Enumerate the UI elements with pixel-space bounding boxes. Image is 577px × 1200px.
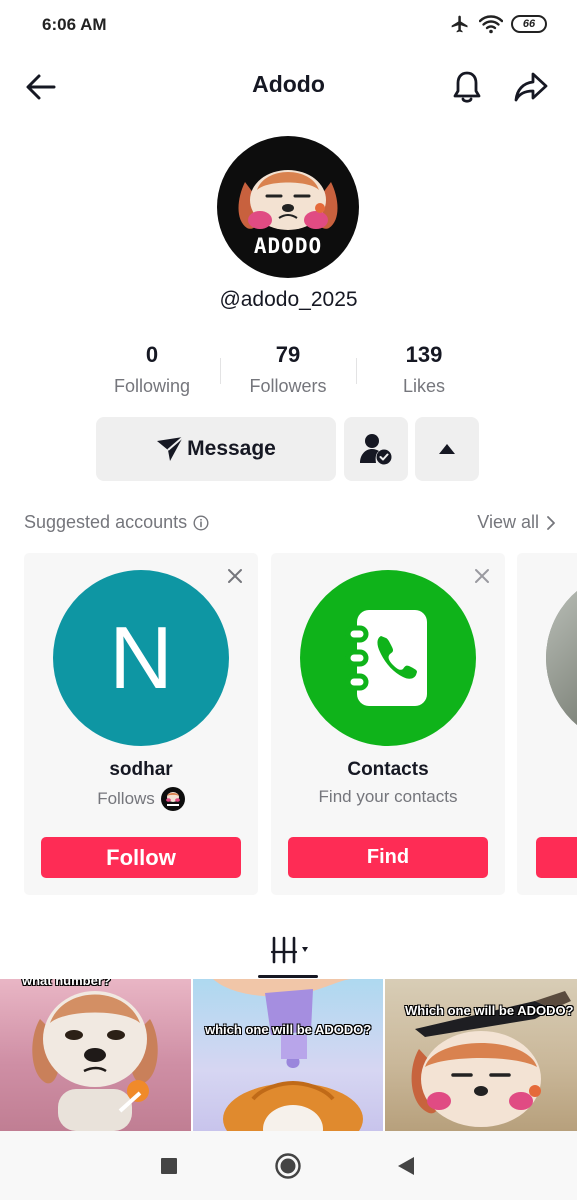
airplane-icon bbox=[451, 15, 468, 33]
stat-label: Following bbox=[113, 376, 191, 396]
suggested-title-text: Suggested accounts bbox=[24, 512, 188, 532]
stat-label: Likes bbox=[402, 376, 446, 396]
avatar-initial: N bbox=[109, 608, 173, 707]
dog-knife-thumbnail bbox=[411, 991, 571, 1127]
account-name[interactable]: sodhar bbox=[24, 759, 258, 781]
tab-underline bbox=[258, 975, 318, 978]
account-avatar[interactable]: N bbox=[53, 570, 229, 746]
suggested-account-card[interactable]: N sodhar Follows Follow bbox=[24, 553, 258, 895]
contacts-avatar[interactable] bbox=[300, 570, 476, 746]
stat-followers[interactable]: 79 Followers bbox=[220, 340, 356, 402]
status-icons: 66 bbox=[449, 14, 547, 34]
status-time: 6:06 AM bbox=[42, 15, 107, 34]
suggested-contacts-card[interactable]: Contacts Find your contacts Find bbox=[271, 553, 505, 895]
account-avatar-partial[interactable] bbox=[546, 570, 577, 746]
circle-icon bbox=[275, 1153, 301, 1179]
top-bar: Adodo bbox=[0, 58, 577, 114]
follow-button-partial[interactable] bbox=[536, 837, 577, 878]
video-caption: Which one will be ADODO? bbox=[405, 1003, 574, 1018]
friends-icon bbox=[360, 434, 392, 465]
dog-character-thumbnail bbox=[32, 991, 158, 1131]
profile-stats: 0 Following 79 Followers 139 Likes bbox=[84, 340, 492, 402]
share-icon bbox=[514, 72, 548, 102]
caret-up-icon bbox=[439, 444, 455, 454]
chevron-right-icon bbox=[547, 515, 555, 530]
video-thumbnail[interactable]: Which one will be ADODO? bbox=[385, 979, 577, 1131]
more-suggestions-button[interactable] bbox=[415, 417, 479, 481]
friend-status-button[interactable] bbox=[344, 417, 408, 481]
video-thumbnail[interactable]: which one will be ADODO? bbox=[193, 979, 383, 1131]
videos-grid-icon bbox=[270, 936, 308, 964]
recent-apps-button[interactable] bbox=[154, 1151, 184, 1181]
view-all-link[interactable]: View all bbox=[477, 512, 555, 533]
suggested-accounts-title: Suggested accounts bbox=[24, 512, 209, 533]
close-icon[interactable] bbox=[473, 567, 491, 585]
system-nav-bar bbox=[0, 1131, 577, 1200]
share-button[interactable] bbox=[512, 68, 550, 106]
suggested-accounts-header: Suggested accounts View all bbox=[24, 510, 557, 536]
toothpaste-thumbnail bbox=[213, 979, 363, 1131]
stat-likes[interactable]: 139 Likes bbox=[356, 340, 492, 402]
username: @adodo_2025 bbox=[219, 288, 358, 311]
follow-button[interactable]: Follow bbox=[41, 837, 241, 878]
send-icon bbox=[157, 436, 184, 461]
videos-tab[interactable] bbox=[258, 932, 318, 978]
stat-following[interactable]: 0 Following bbox=[84, 340, 220, 402]
profile-avatar[interactable]: ADODO bbox=[217, 136, 359, 278]
video-grid: what number? which one will be ADODO? Wh… bbox=[0, 979, 577, 1131]
avatar-photo bbox=[546, 570, 577, 746]
account-subtitle: Find your contacts bbox=[318, 787, 458, 806]
follows-label: Follows bbox=[97, 789, 155, 808]
notification-button[interactable] bbox=[448, 68, 486, 106]
video-caption: which one will be ADODO? bbox=[205, 1022, 372, 1037]
status-bar: 6:06 AM 66 bbox=[0, 0, 577, 52]
account-subtitle: Follows bbox=[24, 787, 258, 811]
triangle-back-icon bbox=[398, 1157, 414, 1175]
page-title: Adodo bbox=[252, 71, 325, 97]
find-button[interactable]: Find bbox=[288, 837, 488, 878]
stat-value: 79 bbox=[275, 342, 301, 367]
mini-avatar-icon bbox=[160, 787, 185, 811]
video-thumbnail[interactable]: what number? bbox=[0, 979, 191, 1131]
stat-value: 139 bbox=[405, 342, 443, 367]
bell-icon bbox=[453, 71, 481, 103]
info-icon[interactable] bbox=[193, 514, 209, 531]
suggested-account-card-partial[interactable] bbox=[517, 553, 577, 895]
close-icon[interactable] bbox=[226, 567, 244, 585]
account-name: Contacts bbox=[347, 759, 429, 780]
wifi-icon bbox=[479, 15, 503, 34]
contacts-book-icon bbox=[345, 610, 427, 706]
stat-value: 0 bbox=[145, 342, 159, 367]
message-button-label: Message bbox=[187, 437, 276, 460]
stat-label: Followers bbox=[249, 376, 327, 396]
square-icon bbox=[161, 1158, 177, 1174]
view-all-label: View all bbox=[477, 512, 539, 532]
message-button[interactable]: Message bbox=[96, 417, 336, 481]
avatar-logo-text: ADODO bbox=[253, 234, 323, 258]
battery-icon: 66 bbox=[511, 15, 547, 33]
home-button[interactable] bbox=[273, 1151, 303, 1181]
system-back-button[interactable] bbox=[391, 1151, 421, 1181]
